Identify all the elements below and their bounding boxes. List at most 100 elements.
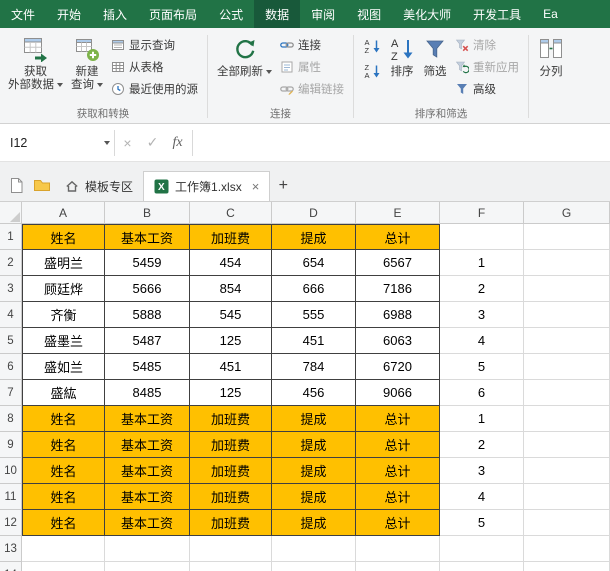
row-header-6[interactable]: 6 — [0, 354, 22, 380]
insert-function-button[interactable]: fx — [165, 130, 190, 156]
row-header-5[interactable]: 5 — [0, 328, 22, 354]
row-header-12[interactable]: 12 — [0, 510, 22, 536]
cell-A12[interactable]: 姓名 — [22, 510, 105, 536]
cell-F10[interactable]: 3 — [440, 458, 524, 484]
cell-E10[interactable]: 总计 — [356, 458, 440, 484]
cell-D8[interactable]: 提成 — [272, 406, 356, 432]
cell-A13[interactable] — [22, 536, 105, 562]
cell-C6[interactable]: 451 — [190, 354, 272, 380]
cell-F8[interactable]: 1 — [440, 406, 524, 432]
cell-D2[interactable]: 654 — [272, 250, 356, 276]
tab-review[interactable]: 审阅 — [300, 0, 346, 28]
sort-button[interactable]: A Z 排序 — [385, 32, 419, 81]
tab-workbook1[interactable]: X 工作簿1.xlsx × — [143, 171, 270, 201]
row-header-1[interactable]: 1 — [0, 224, 22, 250]
cell-F3[interactable]: 2 — [440, 276, 524, 302]
cell-C8[interactable]: 加班费 — [190, 406, 272, 432]
sort-descending-button[interactable]: Z A — [360, 60, 384, 82]
tab-page-layout[interactable]: 页面布局 — [138, 0, 208, 28]
cell-G1[interactable] — [524, 224, 610, 250]
refresh-all-button[interactable]: 全部刷新 — [213, 32, 276, 81]
name-box[interactable]: I12 — [0, 136, 96, 150]
cell-F12[interactable]: 5 — [440, 510, 524, 536]
cell-B1[interactable]: 基本工资 — [105, 224, 190, 250]
cell-D4[interactable]: 555 — [272, 302, 356, 328]
tab-formulas[interactable]: 公式 — [208, 0, 254, 28]
new-query-button[interactable]: 新建 查询 — [67, 32, 107, 94]
cell-G3[interactable] — [524, 276, 610, 302]
tab-template-zone[interactable]: 模板专区 — [55, 171, 143, 201]
cell-F5[interactable]: 4 — [440, 328, 524, 354]
clear-filter-button[interactable]: 清除 — [451, 34, 523, 55]
cell-D12[interactable]: 提成 — [272, 510, 356, 536]
cell-A7[interactable]: 盛紘 — [22, 380, 105, 406]
cell-F14[interactable] — [440, 562, 524, 571]
cell-G13[interactable] — [524, 536, 610, 562]
cell-D11[interactable]: 提成 — [272, 484, 356, 510]
tab-file[interactable]: 文件 — [0, 0, 46, 28]
cell-E2[interactable]: 6567 — [356, 250, 440, 276]
row-header-10[interactable]: 10 — [0, 458, 22, 484]
cell-B9[interactable]: 基本工资 — [105, 432, 190, 458]
cell-E14[interactable] — [356, 562, 440, 571]
column-header-B[interactable]: B — [105, 202, 190, 224]
cell-E4[interactable]: 6988 — [356, 302, 440, 328]
cell-A3[interactable]: 顾廷烨 — [22, 276, 105, 302]
row-header-7[interactable]: 7 — [0, 380, 22, 406]
new-document-button[interactable] — [3, 169, 29, 201]
sort-ascending-button[interactable]: A Z — [360, 35, 384, 57]
text-to-columns-button[interactable]: 分列 — [534, 32, 568, 81]
cell-B7[interactable]: 8485 — [105, 380, 190, 406]
cell-E3[interactable]: 7186 — [356, 276, 440, 302]
cell-F6[interactable]: 5 — [440, 354, 524, 380]
tab-home[interactable]: 开始 — [46, 0, 92, 28]
cell-G5[interactable] — [524, 328, 610, 354]
select-all-corner[interactable] — [0, 202, 22, 224]
cell-D3[interactable]: 666 — [272, 276, 356, 302]
cell-C7[interactable]: 125 — [190, 380, 272, 406]
cell-F9[interactable]: 2 — [440, 432, 524, 458]
cancel-button[interactable]: × — [115, 130, 140, 156]
cell-G9[interactable] — [524, 432, 610, 458]
cell-G2[interactable] — [524, 250, 610, 276]
cell-G4[interactable] — [524, 302, 610, 328]
cell-E7[interactable]: 9066 — [356, 380, 440, 406]
cell-B5[interactable]: 5487 — [105, 328, 190, 354]
cell-A4[interactable]: 齐衡 — [22, 302, 105, 328]
connections-button[interactable]: 连接 — [276, 34, 348, 55]
cell-B13[interactable] — [105, 536, 190, 562]
cell-B14[interactable] — [105, 562, 190, 571]
row-header-14[interactable]: 14 — [0, 562, 22, 571]
tab-developer[interactable]: 开发工具 — [462, 0, 532, 28]
column-header-D[interactable]: D — [272, 202, 356, 224]
row-header-2[interactable]: 2 — [0, 250, 22, 276]
row-header-11[interactable]: 11 — [0, 484, 22, 510]
cell-E6[interactable]: 6720 — [356, 354, 440, 380]
tab-beautify-master[interactable]: 美化大师 — [392, 0, 462, 28]
cell-A1[interactable]: 姓名 — [22, 224, 105, 250]
close-tab-icon[interactable]: × — [252, 180, 260, 193]
cell-C5[interactable]: 125 — [190, 328, 272, 354]
row-header-3[interactable]: 3 — [0, 276, 22, 302]
cell-G8[interactable] — [524, 406, 610, 432]
column-header-A[interactable]: A — [22, 202, 105, 224]
cell-A11[interactable]: 姓名 — [22, 484, 105, 510]
row-header-4[interactable]: 4 — [0, 302, 22, 328]
cell-F4[interactable]: 3 — [440, 302, 524, 328]
cell-B2[interactable]: 5459 — [105, 250, 190, 276]
cell-D1[interactable]: 提成 — [272, 224, 356, 250]
cell-G6[interactable] — [524, 354, 610, 380]
enter-button[interactable]: ✓ — [140, 130, 165, 156]
cell-D10[interactable]: 提成 — [272, 458, 356, 484]
cell-C9[interactable]: 加班费 — [190, 432, 272, 458]
tab-insert[interactable]: 插入 — [92, 0, 138, 28]
row-header-8[interactable]: 8 — [0, 406, 22, 432]
cell-G12[interactable] — [524, 510, 610, 536]
reapply-filter-button[interactable]: 重新应用 — [451, 56, 523, 77]
cell-B12[interactable]: 基本工资 — [105, 510, 190, 536]
open-folder-button[interactable] — [29, 169, 55, 201]
cell-A6[interactable]: 盛如兰 — [22, 354, 105, 380]
cell-B10[interactable]: 基本工资 — [105, 458, 190, 484]
cell-G11[interactable] — [524, 484, 610, 510]
column-header-C[interactable]: C — [190, 202, 272, 224]
